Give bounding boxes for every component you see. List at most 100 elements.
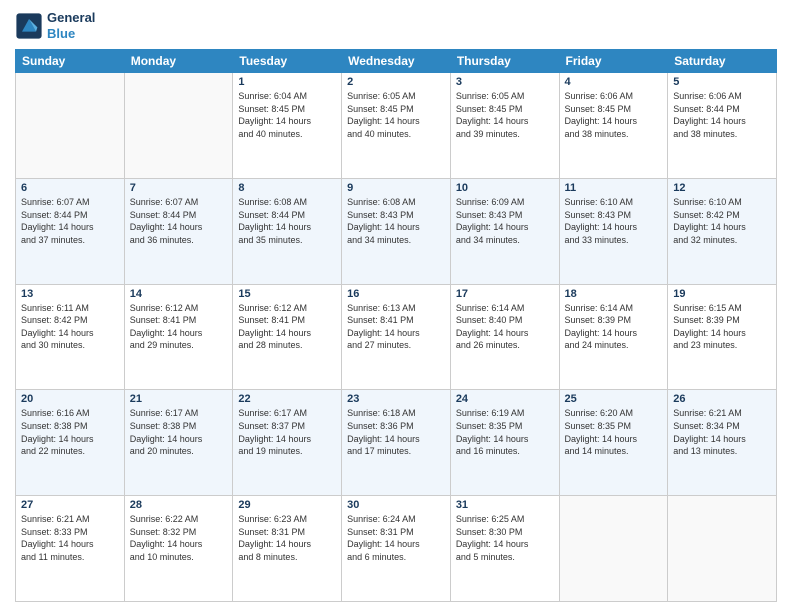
calendar-cell xyxy=(668,496,777,602)
day-number: 14 xyxy=(130,288,228,300)
calendar-cell: 10 Sunrise: 6:09 AMSunset: 8:43 PMDayligh… xyxy=(450,178,559,284)
calendar-cell: 14Sunrise: 6:12 AMSunset: 8:41 PMDayligh… xyxy=(124,284,233,390)
day-info: Sunrise: 6:24 AMSunset: 8:31 PMDaylight:… xyxy=(347,513,445,563)
day-info: Sunrise: 6:21 AMSunset: 8:34 PMDaylight:… xyxy=(673,407,771,457)
calendar-cell: 18 Sunrise: 6:14 AMSunset: 8:39 PMDayligh… xyxy=(559,284,668,390)
day-number: 8 xyxy=(238,182,336,194)
day-info: Sunrise: 6:07 AMSunset: 8:44 PMDaylight:… xyxy=(21,196,119,246)
day-number: 28 xyxy=(130,499,228,511)
calendar-cell xyxy=(124,73,233,179)
col-header-monday: Monday xyxy=(124,50,233,73)
day-number: 21 xyxy=(130,393,228,405)
week-row-4: 20 Sunrise: 6:16 AMSunset: 8:38 PMDayligh… xyxy=(16,390,777,496)
week-row-5: 27 Sunrise: 6:21 AMSunset: 8:33 PMDayligh… xyxy=(16,496,777,602)
day-info: Sunrise: 6:19 AMSunset: 8:35 PMDaylight:… xyxy=(456,407,554,457)
calendar-cell: 3 Sunrise: 6:05 AMSunset: 8:45 PMDaylight… xyxy=(450,73,559,179)
day-info: Sunrise: 6:08 AMSunset: 8:44 PMDaylight:… xyxy=(238,196,336,246)
day-number: 27 xyxy=(21,499,119,511)
day-info: Sunrise: 6:09 AMSunset: 8:43 PMDaylight:… xyxy=(456,196,554,246)
day-number: 1 xyxy=(238,76,336,88)
day-info: Sunrise: 6:05 AMSunset: 8:45 PMDaylight:… xyxy=(347,90,445,140)
day-number: 11 xyxy=(565,182,663,194)
day-number: 16 xyxy=(347,288,445,300)
calendar-cell xyxy=(559,496,668,602)
day-info: Sunrise: 6:17 AMSunset: 8:37 PMDaylight:… xyxy=(238,407,336,457)
calendar-cell: 13 Sunrise: 6:11 AMSunset: 8:42 PMDayligh… xyxy=(16,284,125,390)
day-info: Sunrise: 6:05 AMSunset: 8:45 PMDaylight:… xyxy=(456,90,554,140)
day-info: Sunrise: 6:10 AMSunset: 8:42 PMDaylight:… xyxy=(673,196,771,246)
calendar-cell: 9 Sunrise: 6:08 AMSunset: 8:43 PMDaylight… xyxy=(342,178,451,284)
calendar-cell: 4Sunrise: 6:06 AMSunset: 8:45 PMDaylight… xyxy=(559,73,668,179)
day-number: 18 xyxy=(565,288,663,300)
day-info: Sunrise: 6:12 AMSunset: 8:41 PMDaylight:… xyxy=(238,302,336,352)
day-info: Sunrise: 6:16 AMSunset: 8:38 PMDaylight:… xyxy=(21,407,119,457)
day-number: 9 xyxy=(347,182,445,194)
day-number: 25 xyxy=(565,393,663,405)
day-number: 26 xyxy=(673,393,771,405)
calendar-cell: 31 Sunrise: 6:25 AMSunset: 8:30 PMDayligh… xyxy=(450,496,559,602)
calendar-cell: 7 Sunrise: 6:07 AMSunset: 8:44 PMDaylight… xyxy=(124,178,233,284)
logo-icon xyxy=(15,12,43,40)
calendar-cell: 16 Sunrise: 6:13 AMSunset: 8:41 PMDayligh… xyxy=(342,284,451,390)
calendar-cell: 12 Sunrise: 6:10 AMSunset: 8:42 PMDayligh… xyxy=(668,178,777,284)
day-info: Sunrise: 6:08 AMSunset: 8:43 PMDaylight:… xyxy=(347,196,445,246)
day-number: 3 xyxy=(456,76,554,88)
day-number: 31 xyxy=(456,499,554,511)
calendar-cell: 15Sunrise: 6:12 AMSunset: 8:41 PMDayligh… xyxy=(233,284,342,390)
calendar-cell: 24Sunrise: 6:19 AMSunset: 8:35 PMDayligh… xyxy=(450,390,559,496)
page: General Blue SundayMondayTuesdayWednesda… xyxy=(0,0,792,612)
calendar-cell: 19Sunrise: 6:15 AMSunset: 8:39 PMDayligh… xyxy=(668,284,777,390)
day-number: 17 xyxy=(456,288,554,300)
day-info: Sunrise: 6:10 AMSunset: 8:43 PMDaylight:… xyxy=(565,196,663,246)
week-row-3: 13 Sunrise: 6:11 AMSunset: 8:42 PMDayligh… xyxy=(16,284,777,390)
calendar-body: 1 Sunrise: 6:04 AMSunset: 8:45 PMDaylight… xyxy=(16,73,777,602)
day-info: Sunrise: 6:14 AMSunset: 8:39 PMDaylight:… xyxy=(565,302,663,352)
day-info: Sunrise: 6:06 AMSunset: 8:45 PMDaylight:… xyxy=(565,90,663,140)
calendar-cell: 8 Sunrise: 6:08 AMSunset: 8:44 PMDaylight… xyxy=(233,178,342,284)
calendar-cell: 2 Sunrise: 6:05 AMSunset: 8:45 PMDaylight… xyxy=(342,73,451,179)
calendar-cell: 1 Sunrise: 6:04 AMSunset: 8:45 PMDaylight… xyxy=(233,73,342,179)
day-number: 30 xyxy=(347,499,445,511)
day-info: Sunrise: 6:13 AMSunset: 8:41 PMDaylight:… xyxy=(347,302,445,352)
day-number: 10 xyxy=(456,182,554,194)
calendar-cell: 28Sunrise: 6:22 AMSunset: 8:32 PMDayligh… xyxy=(124,496,233,602)
calendar-cell: 11 Sunrise: 6:10 AMSunset: 8:43 PMDayligh… xyxy=(559,178,668,284)
day-info: Sunrise: 6:23 AMSunset: 8:31 PMDaylight:… xyxy=(238,513,336,563)
calendar-cell xyxy=(16,73,125,179)
day-info: Sunrise: 6:20 AMSunset: 8:35 PMDaylight:… xyxy=(565,407,663,457)
day-number: 2 xyxy=(347,76,445,88)
day-info: Sunrise: 6:11 AMSunset: 8:42 PMDaylight:… xyxy=(21,302,119,352)
week-row-2: 6 Sunrise: 6:07 AMSunset: 8:44 PMDaylight… xyxy=(16,178,777,284)
day-info: Sunrise: 6:14 AMSunset: 8:40 PMDaylight:… xyxy=(456,302,554,352)
day-info: Sunrise: 6:07 AMSunset: 8:44 PMDaylight:… xyxy=(130,196,228,246)
header: General Blue xyxy=(15,10,777,41)
day-info: Sunrise: 6:06 AMSunset: 8:44 PMDaylight:… xyxy=(673,90,771,140)
calendar-cell: 21 Sunrise: 6:17 AMSunset: 8:38 PMDayligh… xyxy=(124,390,233,496)
day-number: 23 xyxy=(347,393,445,405)
calendar-cell: 30 Sunrise: 6:24 AMSunset: 8:31 PMDayligh… xyxy=(342,496,451,602)
calendar-cell: 26 Sunrise: 6:21 AMSunset: 8:34 PMDayligh… xyxy=(668,390,777,496)
day-number: 7 xyxy=(130,182,228,194)
calendar-cell: 29Sunrise: 6:23 AMSunset: 8:31 PMDayligh… xyxy=(233,496,342,602)
week-row-1: 1 Sunrise: 6:04 AMSunset: 8:45 PMDaylight… xyxy=(16,73,777,179)
day-info: Sunrise: 6:25 AMSunset: 8:30 PMDaylight:… xyxy=(456,513,554,563)
calendar-cell: 25 Sunrise: 6:20 AMSunset: 8:35 PMDayligh… xyxy=(559,390,668,496)
col-header-saturday: Saturday xyxy=(668,50,777,73)
day-info: Sunrise: 6:18 AMSunset: 8:36 PMDaylight:… xyxy=(347,407,445,457)
day-number: 5 xyxy=(673,76,771,88)
col-header-wednesday: Wednesday xyxy=(342,50,451,73)
day-number: 6 xyxy=(21,182,119,194)
calendar-cell: 23 Sunrise: 6:18 AMSunset: 8:36 PMDayligh… xyxy=(342,390,451,496)
day-info: Sunrise: 6:17 AMSunset: 8:38 PMDaylight:… xyxy=(130,407,228,457)
day-number: 12 xyxy=(673,182,771,194)
day-info: Sunrise: 6:21 AMSunset: 8:33 PMDaylight:… xyxy=(21,513,119,563)
day-number: 13 xyxy=(21,288,119,300)
col-header-sunday: Sunday xyxy=(16,50,125,73)
day-info: Sunrise: 6:04 AMSunset: 8:45 PMDaylight:… xyxy=(238,90,336,140)
calendar-cell: 6 Sunrise: 6:07 AMSunset: 8:44 PMDaylight… xyxy=(16,178,125,284)
calendar-cell: 27 Sunrise: 6:21 AMSunset: 8:33 PMDayligh… xyxy=(16,496,125,602)
day-number: 20 xyxy=(21,393,119,405)
col-header-thursday: Thursday xyxy=(450,50,559,73)
calendar-cell: 20 Sunrise: 6:16 AMSunset: 8:38 PMDayligh… xyxy=(16,390,125,496)
col-header-friday: Friday xyxy=(559,50,668,73)
